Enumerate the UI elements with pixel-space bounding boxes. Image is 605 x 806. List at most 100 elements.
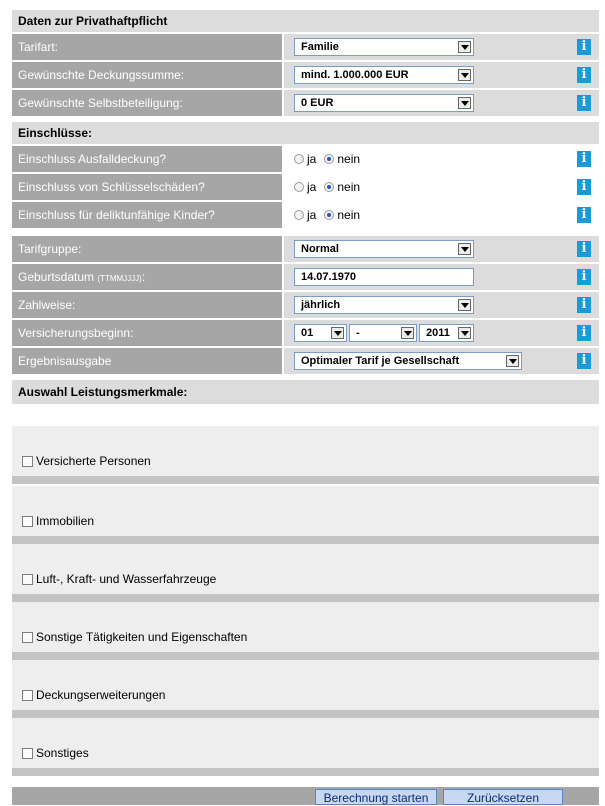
zahlweise-value: jährlich <box>301 299 341 311</box>
row-ergebnisausgabe: Ergebnisausgabe Optimaler Tarif je Gesel… <box>12 348 599 374</box>
beginn-day-value: 01 <box>301 327 314 339</box>
schluessel-nein-radio[interactable] <box>324 182 335 192</box>
feature-label: Sonstige Tätigkeiten und Eigenschaften <box>36 630 248 644</box>
feature-checkbox[interactable] <box>22 631 33 643</box>
label-versicherungsbeginn: Versicherungsbeginn: <box>12 320 284 346</box>
beginn-year-value: 2011 <box>426 327 450 339</box>
dropdown-arrow-icon[interactable] <box>458 69 471 81</box>
feature-label: Versicherte Personen <box>36 454 151 468</box>
schluessel-ja-radio[interactable] <box>294 182 304 192</box>
zahlweise-select[interactable]: jährlich <box>294 296 474 314</box>
feature-label: Immobilien <box>36 514 95 528</box>
feature-row: Immobilien <box>12 486 599 536</box>
dropdown-arrow-icon[interactable] <box>401 327 414 339</box>
label-zahlweise: Zahlweise: <box>12 292 284 318</box>
feature-checkbox[interactable] <box>22 455 33 467</box>
dropdown-arrow-icon[interactable] <box>458 299 471 311</box>
deckungssumme-value: mind. 1.000.000 EUR <box>301 69 409 81</box>
tarifart-value: Familie <box>301 41 339 53</box>
info-icon[interactable]: i <box>577 151 591 167</box>
beginn-month-value: - <box>356 327 360 339</box>
info-icon[interactable]: i <box>577 95 591 111</box>
info-icon[interactable]: i <box>577 353 591 369</box>
ja-label: ja <box>307 152 317 166</box>
feature-checkbox[interactable] <box>22 689 33 701</box>
section-title-privathaftpflicht: Daten zur Privathaftpflicht <box>12 10 599 32</box>
geburtsdatum-format-hint: (TTMMJJJJ) <box>97 274 142 283</box>
zuruecksetzen-button[interactable]: Zurücksetzen <box>443 789 563 805</box>
form-container: Daten zur Privathaftpflicht Tarifart: Fa… <box>12 10 599 404</box>
ergebnisausgabe-value: Optimaler Tarif je Gesellschaft <box>301 355 460 367</box>
feature-label: Luft-, Kraft- und Wasserfahrzeuge <box>36 572 217 586</box>
label-tarifgruppe: Tarifgruppe: <box>12 236 284 262</box>
info-icon[interactable]: i <box>577 207 591 223</box>
row-selbstbeteiligung: Gewünschte Selbstbeteiligung: 0 EUR i <box>12 90 599 116</box>
row-geburtsdatum: Geburtsdatum (TTMMJJJJ): 14.07.1970 i <box>12 264 599 290</box>
row-zahlweise: Zahlweise: jährlich i <box>12 292 599 318</box>
ja-label: ja <box>307 180 317 194</box>
geburtsdatum-label-colon: : <box>141 270 146 284</box>
info-icon[interactable]: i <box>577 269 591 285</box>
label-schluesselschaeden: Einschluss von Schlüsselschäden? <box>12 174 284 200</box>
divider <box>12 710 599 718</box>
feature-row: Sonstiges <box>12 718 599 768</box>
dropdown-arrow-icon[interactable] <box>506 355 519 367</box>
info-icon[interactable]: i <box>577 179 591 195</box>
row-schluesselschaeden: Einschluss von Schlüsselschäden? ja nein… <box>12 174 599 200</box>
tarifgruppe-value: Normal <box>301 243 339 255</box>
row-tarifart: Tarifart: Familie i <box>12 34 599 60</box>
info-icon[interactable]: i <box>577 67 591 83</box>
ausfall-nein-radio[interactable] <box>324 154 335 164</box>
dropdown-arrow-icon[interactable] <box>331 327 344 339</box>
row-kinder: Einschluss für deliktunfähige Kinder? ja… <box>12 202 599 228</box>
dropdown-arrow-icon[interactable] <box>458 41 471 53</box>
divider <box>12 594 599 602</box>
label-tarifart: Tarifart: <box>12 34 284 60</box>
selbstbeteiligung-value: 0 EUR <box>301 97 334 109</box>
feature-checkbox[interactable] <box>22 747 33 759</box>
feature-checkbox[interactable] <box>22 515 33 527</box>
label-ergebnisausgabe: Ergebnisausgabe <box>12 348 284 374</box>
kinder-nein-radio[interactable] <box>324 210 335 220</box>
section-title-leistungsmerkmale: Auswahl Leistungsmerkmale: <box>12 380 599 404</box>
feature-row: Deckungserweiterungen <box>12 660 599 710</box>
label-selbstbeteiligung: Gewünschte Selbstbeteiligung: <box>12 90 284 116</box>
ergebnisausgabe-select[interactable]: Optimaler Tarif je Gesellschaft <box>294 352 522 370</box>
info-icon[interactable]: i <box>577 39 591 55</box>
row-ausfalldeckung: Einschluss Ausfalldeckung? ja nein i <box>12 146 599 172</box>
geburtsdatum-input[interactable]: 14.07.1970 <box>294 268 474 286</box>
feature-row: Versicherte Personen <box>12 426 599 476</box>
geburtsdatum-label-text: Geburtsdatum <box>18 270 95 284</box>
section-title-einschluesse: Einschlüsse: <box>12 122 599 144</box>
beginn-year-select[interactable]: 2011 <box>419 324 474 342</box>
tarifgruppe-select[interactable]: Normal <box>294 240 474 258</box>
beginn-day-select[interactable]: 01 <box>294 324 347 342</box>
row-tarifgruppe: Tarifgruppe: Normal i <box>12 236 599 262</box>
beginn-month-select[interactable]: - <box>349 324 417 342</box>
label-ausfalldeckung: Einschluss Ausfalldeckung? <box>12 146 284 172</box>
divider <box>12 536 599 544</box>
feature-checkbox[interactable] <box>22 573 33 585</box>
ausfall-ja-radio[interactable] <box>294 154 304 164</box>
row-versicherungsbeginn: Versicherungsbeginn: 01 - 2011 i <box>12 320 599 346</box>
dropdown-arrow-icon[interactable] <box>458 97 471 109</box>
selbstbeteiligung-select[interactable]: 0 EUR <box>294 94 474 112</box>
info-icon[interactable]: i <box>577 297 591 313</box>
feature-row: Luft-, Kraft- und Wasserfahrzeuge <box>12 544 599 594</box>
nein-label: nein <box>337 208 361 222</box>
ja-label: ja <box>307 208 317 222</box>
info-icon[interactable]: i <box>577 241 591 257</box>
deckungssumme-select[interactable]: mind. 1.000.000 EUR <box>294 66 474 84</box>
dropdown-arrow-icon[interactable] <box>458 243 471 255</box>
tarifart-select[interactable]: Familie <box>294 38 474 56</box>
dropdown-arrow-icon[interactable] <box>458 327 471 339</box>
nein-label: nein <box>337 180 361 194</box>
label-deckungssumme: Gewünschte Deckungssumme: <box>12 62 284 88</box>
kinder-ja-radio[interactable] <box>294 210 304 220</box>
berechnung-starten-button[interactable]: Berechnung starten <box>315 789 437 805</box>
feature-row: Sonstige Tätigkeiten und Eigenschaften <box>12 602 599 652</box>
divider <box>12 768 599 776</box>
divider <box>12 476 599 484</box>
row-deckungssumme: Gewünschte Deckungssumme: mind. 1.000.00… <box>12 62 599 88</box>
info-icon[interactable]: i <box>577 325 591 341</box>
